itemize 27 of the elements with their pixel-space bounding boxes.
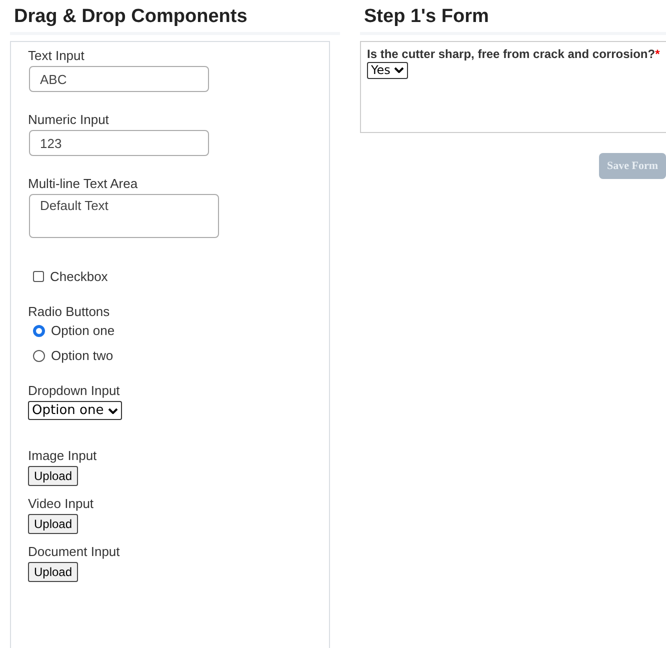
checkbox-label: Checkbox — [50, 269, 108, 284]
upload-button[interactable]: Upload — [28, 466, 78, 486]
dropdown[interactable]: Yes — [367, 62, 408, 79]
text-area[interactable]: Default Text — [29, 194, 219, 238]
section-heading: Drag & Drop Components — [10, 0, 340, 35]
input-field[interactable]: ABC — [29, 66, 209, 92]
field-label: Document Input — [28, 544, 121, 559]
upload-button[interactable]: Upload — [28, 514, 78, 534]
dropdown[interactable]: Option one — [28, 401, 122, 420]
field-label: Dropdown Input — [28, 383, 121, 398]
upload-button[interactable]: Upload — [28, 562, 78, 582]
radio-label: Option two — [51, 348, 114, 363]
field-label: Multi-line Text Area — [28, 176, 139, 191]
section-heading: Step 1's Form — [360, 0, 666, 35]
question-text: Is the cutter sharp, free from crack and corrosion?* — [367, 47, 661, 62]
radio-label: Option one — [51, 323, 115, 338]
chevron-down-icon — [108, 408, 118, 414]
input-field[interactable]: 123 — [29, 130, 209, 156]
field-label: Text Input — [28, 48, 86, 63]
field-label: Video Input — [28, 496, 95, 511]
radio-button[interactable] — [33, 350, 45, 362]
field-label: Numeric Input — [28, 112, 110, 127]
field-label: Radio Buttons — [28, 304, 111, 319]
field-label: Image Input — [28, 448, 98, 463]
radio-button[interactable] — [33, 324, 45, 336]
chevron-down-icon — [394, 67, 404, 74]
checkbox[interactable] — [33, 271, 44, 282]
